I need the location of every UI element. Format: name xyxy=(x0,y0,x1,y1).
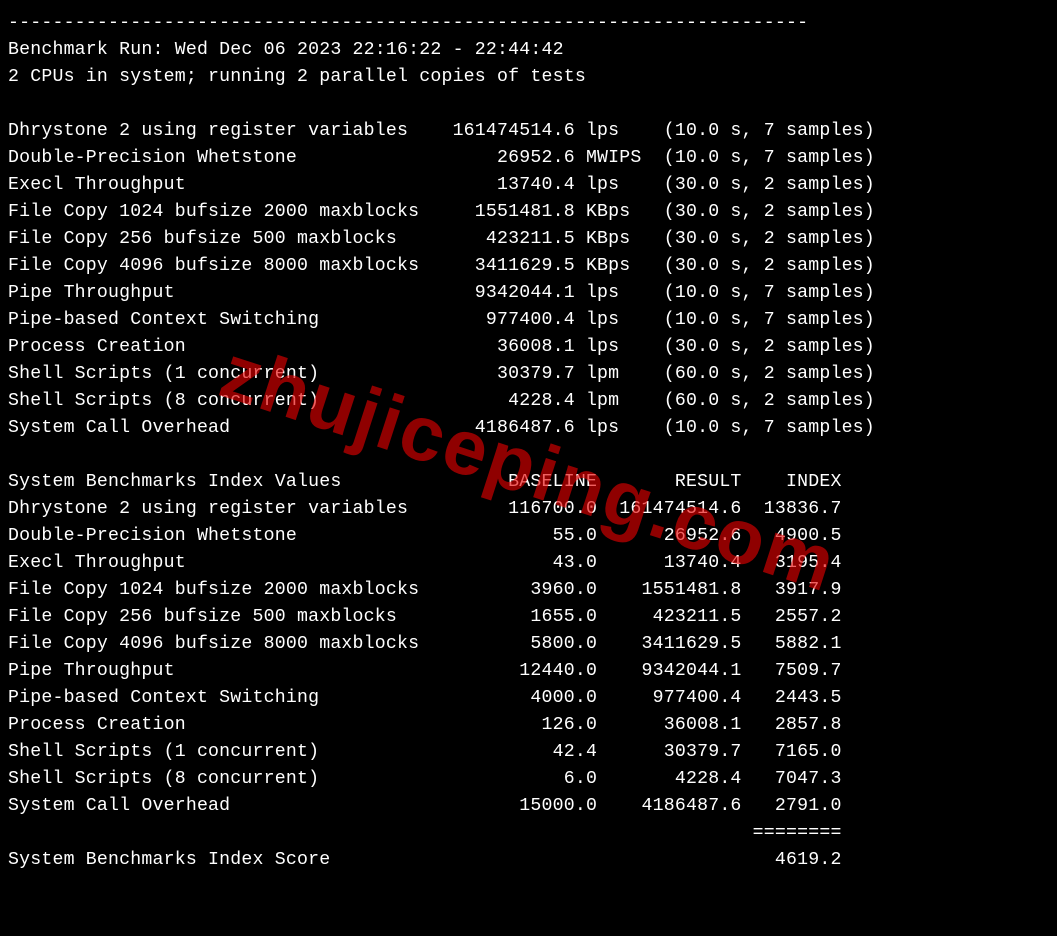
index-block: System Benchmarks Index Values BASELINE … xyxy=(8,472,842,816)
watermark-text: zhujiceping.com xyxy=(219,356,837,580)
index-rule: ======== xyxy=(8,823,842,843)
cpu-info-line: 2 CPUs in system; running 2 parallel cop… xyxy=(8,67,586,87)
tests-block: Dhrystone 2 using register variables 161… xyxy=(8,121,875,438)
terminal-output: ----------------------------------------… xyxy=(0,0,1057,936)
benchmark-run-header: Benchmark Run: Wed Dec 06 2023 22:16:22 … xyxy=(8,40,564,60)
score-line: System Benchmarks Index Score 4619.2 xyxy=(8,850,842,870)
separator-line: ----------------------------------------… xyxy=(8,13,808,33)
